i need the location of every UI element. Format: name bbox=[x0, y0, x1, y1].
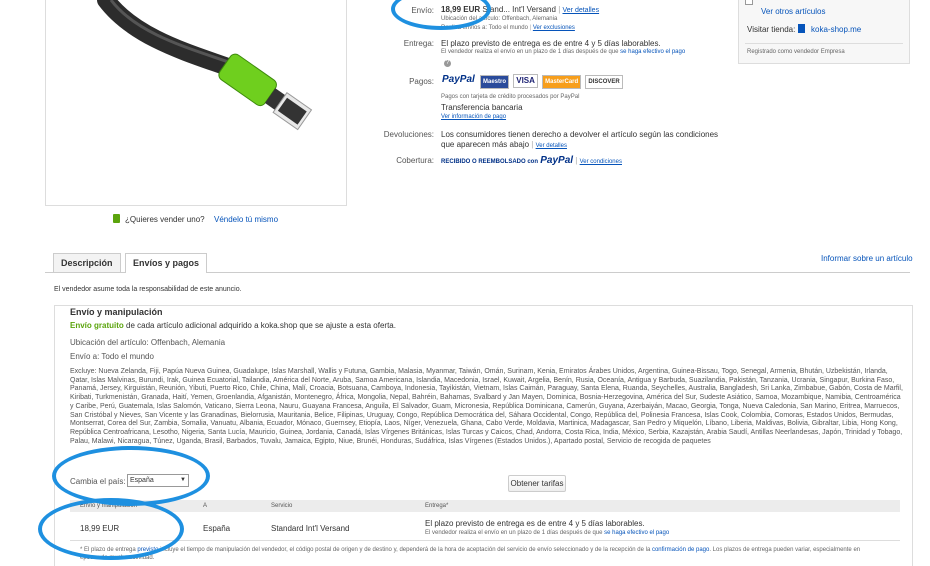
section-ubicacion: Ubicación del artículo: Offenbach, Alema… bbox=[70, 338, 226, 347]
col-header-entrega: Entrega* bbox=[425, 503, 449, 509]
card-logos: Maestro VISA MasterCard DISCOVER bbox=[480, 74, 625, 89]
devoluciones-line2: que aparecen más abajo | Ver detalles bbox=[441, 140, 567, 149]
row-servicio: Standard Int'l Versand bbox=[271, 524, 350, 533]
ver-exclusiones-link[interactable]: Ver exclusiones bbox=[533, 25, 575, 31]
col-header-servicio: Servicio bbox=[271, 503, 293, 509]
tab-envios-y-pagos[interactable]: Envíos y pagos bbox=[125, 253, 208, 273]
informar-link[interactable]: Informar sobre un artículo bbox=[821, 254, 913, 263]
row-entrega-note-text: El vendedor realiza el envío en un plazo… bbox=[425, 530, 603, 536]
entrega-note-text: El vendedor realiza el envío en un plazo… bbox=[441, 49, 619, 55]
envio-service: Stand... Int'l Versand bbox=[482, 5, 556, 14]
gratuito-rest: de cada artículo adicional adquirido a k… bbox=[126, 321, 396, 330]
store-link[interactable]: koka-shop.me bbox=[811, 25, 861, 34]
row-entrega-note-link[interactable]: se haga efectivo el pago bbox=[604, 530, 669, 536]
store-icon bbox=[798, 24, 805, 33]
responsabilidad-text: El vendedor asume toda la responsabilida… bbox=[54, 286, 242, 293]
footnote: * El plazo de entrega previsto incluye e… bbox=[80, 546, 880, 562]
entrega-text: El plazo previsto de entrega es de entre… bbox=[441, 39, 661, 48]
ver-otros-link[interactable]: Ver otros artículos bbox=[761, 7, 825, 16]
paypal-logo: PayPal bbox=[442, 74, 475, 85]
table-row: 18,99 EUR España Standard Int'l Versand … bbox=[70, 512, 900, 541]
entrega-note-link[interactable]: se haga efectivo el pago bbox=[620, 49, 685, 55]
pagos-label: Pagos: bbox=[409, 77, 434, 86]
devoluciones-text1: Los consumidores tienen derecho a devolv… bbox=[441, 130, 719, 139]
section-envio-a: Envío a: Todo el mundo bbox=[70, 352, 154, 361]
annotation-circle-paquetes bbox=[52, 446, 210, 506]
seller-checkbox-icon[interactable] bbox=[745, 0, 753, 5]
product-image-frame bbox=[45, 0, 347, 206]
row-destino: España bbox=[203, 524, 231, 533]
envio-details-link[interactable]: Ver detalles bbox=[563, 7, 600, 14]
obtener-tarifas-button[interactable]: Obtener tarifas bbox=[508, 475, 566, 492]
registrado-text: Registrado como vendedor Empresa bbox=[747, 49, 845, 55]
footnote-link2[interactable]: confirmación de pago bbox=[652, 547, 709, 553]
annotation-circle-table-price bbox=[38, 498, 184, 560]
envio-gratuito: Envío gratuito bbox=[70, 321, 124, 330]
row-entrega-note: El vendedor realiza el envío en un plazo… bbox=[425, 530, 669, 536]
transferencia: Transferencia bancaria bbox=[441, 103, 523, 112]
devoluciones-text2: que aparecen más abajo bbox=[441, 140, 530, 149]
excluye-text: Excluye: Nueva Zelanda, Fiji, Papúa Nuev… bbox=[70, 368, 903, 445]
gratuito-line: Envío gratuito de cada artículo adiciona… bbox=[70, 321, 396, 330]
entrega-label: Entrega: bbox=[403, 39, 434, 48]
sell-tag-icon bbox=[113, 214, 120, 223]
col-header-a: A bbox=[203, 503, 208, 509]
tab-descripcion[interactable]: Descripción bbox=[53, 253, 121, 272]
seller-divider bbox=[745, 43, 903, 44]
shipping-title: Envío y manipulación bbox=[70, 307, 163, 317]
ver-condiciones-link[interactable]: Ver condiciones bbox=[580, 159, 622, 165]
pagos-note: Pagos con tarjeta de crédito procesados … bbox=[441, 94, 580, 100]
discover-icon: DISCOVER bbox=[585, 75, 623, 89]
entrega-note: El vendedor realiza el envío en un plazo… bbox=[441, 49, 685, 55]
sell-link[interactable]: Véndelo tú mismo bbox=[214, 215, 278, 224]
rates-table-header: Envío y manipulación A Servicio Entrega* bbox=[70, 500, 900, 512]
sell-question: ¿Quieres vender uno? bbox=[125, 215, 205, 224]
visa-icon: VISA bbox=[513, 74, 538, 88]
mastercard-icon: MasterCard bbox=[542, 75, 582, 89]
ver-info-pago-link[interactable]: Ver información de pago bbox=[441, 114, 506, 120]
row-entrega: El plazo previsto de entrega es de entre… bbox=[425, 519, 645, 528]
hdmi-cable-image[interactable] bbox=[46, 0, 346, 205]
ver-detalles-link[interactable]: Ver detalles bbox=[536, 143, 567, 149]
help-icon[interactable]: ? bbox=[444, 60, 451, 67]
visitar-tienda-label: Visitar tienda: bbox=[747, 25, 796, 34]
devoluciones-label: Devoluciones: bbox=[383, 130, 434, 139]
cobertura-paypal-logo: PayPal bbox=[540, 155, 574, 166]
seller-box: Ver otros artículos Visitar tienda: koka… bbox=[738, 0, 910, 64]
footnote-b: incluye el tiempo de manipulación del ve… bbox=[160, 547, 651, 553]
cobertura-text: RECIBIDO O REEMBOLSADO con bbox=[441, 159, 539, 165]
maestro-icon: Maestro bbox=[480, 75, 510, 89]
cobertura-label: Cobertura: bbox=[396, 156, 434, 165]
cobertura-line: RECIBIDO O REEMBOLSADO con PayPal | Ver … bbox=[441, 155, 622, 166]
